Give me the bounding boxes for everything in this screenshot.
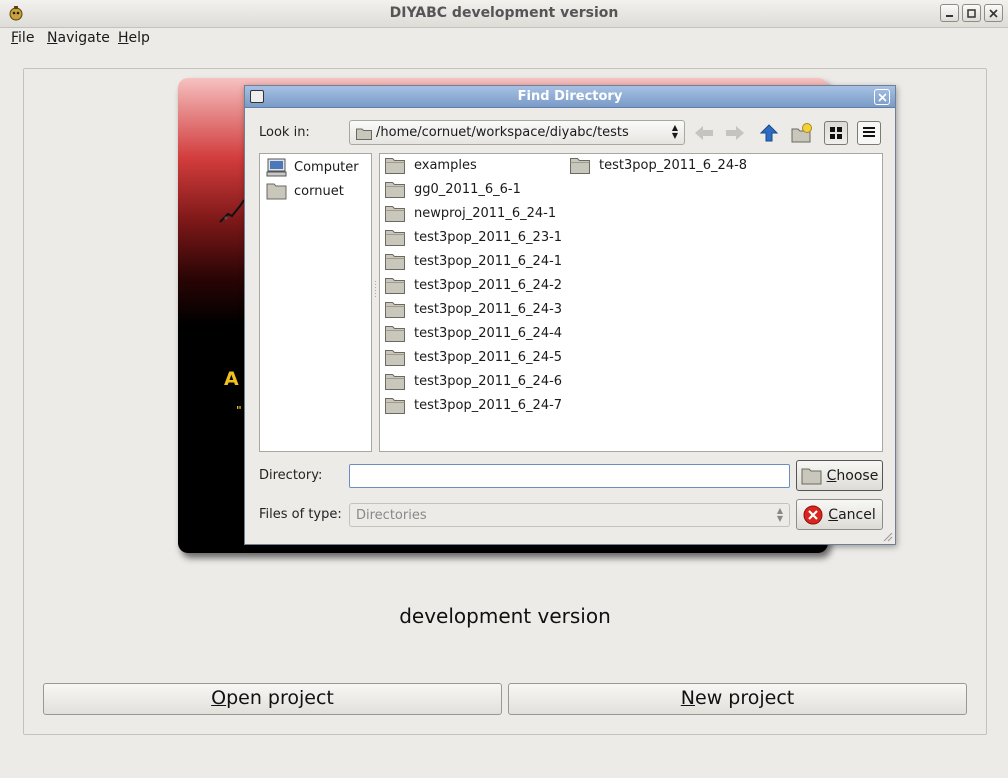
places-sidebar: Computer cornuet bbox=[259, 153, 372, 452]
sidebar-item-label: cornuet bbox=[294, 183, 344, 199]
version-subtitle: development version bbox=[399, 604, 611, 628]
folder-icon bbox=[385, 254, 405, 270]
sidebar-item-label: Computer bbox=[294, 160, 359, 175]
back-button[interactable] bbox=[692, 121, 716, 145]
look-in-label: Look in: bbox=[259, 125, 310, 140]
folder-icon bbox=[356, 128, 372, 140]
choose-label: Choose bbox=[826, 467, 879, 484]
dialog-close-button[interactable] bbox=[874, 89, 890, 105]
menu-navigate[interactable]: Navigate bbox=[47, 30, 110, 46]
folder-icon bbox=[385, 230, 405, 246]
close-icon bbox=[989, 8, 998, 18]
back-arrow-icon bbox=[695, 126, 713, 140]
forward-arrow-icon bbox=[726, 126, 744, 140]
file-list: examples gg0_2011_6_6-1 newproj_2011_6_24-… bbox=[379, 153, 883, 452]
look-in-path: /home/cornuet/workspace/diyabc/tests bbox=[376, 125, 629, 140]
detail-mode-button[interactable] bbox=[857, 121, 881, 145]
minimize-icon bbox=[946, 14, 953, 17]
file-list-item[interactable]: newproj_2011_6_24-1 bbox=[385, 205, 556, 222]
resize-grip-icon[interactable] bbox=[881, 530, 893, 542]
cancel-icon bbox=[803, 505, 823, 524]
file-name: test3pop_2011_6_24-7 bbox=[414, 398, 563, 413]
files-of-type-combo[interactable]: Directories ▲ ▼ bbox=[349, 503, 790, 527]
choose-button[interactable]: Choose bbox=[796, 460, 883, 491]
file-name: examples bbox=[414, 158, 477, 173]
file-list-item[interactable]: test3pop_2011_6_24-7 bbox=[385, 397, 562, 414]
file-name: test3pop_2011_6_24-6 bbox=[414, 374, 563, 389]
computer-icon bbox=[266, 158, 287, 177]
folder-icon bbox=[801, 468, 822, 484]
folder-icon bbox=[385, 158, 405, 174]
file-list-item[interactable]: gg0_2011_6_6-1 bbox=[385, 181, 521, 198]
open-project-button[interactable]: Open project bbox=[43, 683, 502, 715]
sidebar-item-computer[interactable]: Computer bbox=[266, 158, 359, 177]
dialog-titlebar: Find Directory bbox=[245, 86, 895, 108]
file-name: test3pop_2011_6_24-1 bbox=[414, 254, 563, 269]
directory-input[interactable] bbox=[349, 464, 790, 488]
file-list-item[interactable]: test3pop_2011_6_24-6 bbox=[385, 373, 562, 390]
file-name: test3pop_2011_6_24-5 bbox=[414, 350, 563, 365]
forward-button[interactable] bbox=[723, 121, 747, 145]
find-directory-dialog: Find Directory Look in: /home/cornuet/wo… bbox=[244, 85, 896, 545]
folder-icon bbox=[385, 350, 405, 366]
folder-icon bbox=[266, 183, 287, 200]
parent-directory-button[interactable] bbox=[757, 121, 781, 145]
file-list-item[interactable]: examples bbox=[385, 157, 477, 174]
folder-icon bbox=[385, 278, 405, 294]
file-list-item[interactable]: test3pop_2011_6_24-2 bbox=[385, 277, 562, 294]
file-list-item[interactable]: test3pop_2011_6_24-3 bbox=[385, 301, 562, 318]
minimize-button[interactable] bbox=[940, 4, 959, 22]
new-project-button[interactable]: New project bbox=[508, 683, 967, 715]
file-name: test3pop_2011_6_24-4 bbox=[414, 326, 563, 341]
file-name: newproj_2011_6_24-1 bbox=[414, 206, 557, 221]
menu-help[interactable]: Help bbox=[118, 30, 150, 46]
folder-icon bbox=[385, 374, 405, 390]
combo-arrows-icon: ▲ ▼ bbox=[776, 506, 783, 523]
window-titlebar: DIYABC development version bbox=[0, 0, 1008, 28]
directory-label: Directory: bbox=[259, 468, 323, 483]
files-of-type-label: Files of type: bbox=[259, 507, 342, 522]
maximize-icon bbox=[967, 8, 976, 18]
file-name: test3pop_2011_6_23-1 bbox=[414, 230, 563, 245]
file-name: test3pop_2011_6_24-8 bbox=[599, 158, 748, 173]
new-folder-icon bbox=[791, 123, 812, 143]
up-arrow-icon bbox=[760, 124, 778, 142]
cancel-label: Cancel bbox=[828, 506, 876, 523]
file-list-item[interactable]: test3pop_2011_6_24-8 bbox=[570, 157, 747, 174]
menu-file[interactable]: File bbox=[11, 30, 34, 46]
file-name: test3pop_2011_6_24-3 bbox=[414, 302, 563, 317]
folder-icon bbox=[385, 326, 405, 342]
folder-icon bbox=[385, 206, 405, 222]
splash-mark: " bbox=[236, 404, 242, 417]
file-list-item[interactable]: test3pop_2011_6_24-4 bbox=[385, 325, 562, 342]
sidebar-item-cornuet[interactable]: cornuet bbox=[266, 182, 344, 200]
cancel-button[interactable]: Cancel bbox=[796, 499, 883, 530]
new-folder-button[interactable] bbox=[790, 121, 814, 145]
file-list-item[interactable]: test3pop_2011_6_24-1 bbox=[385, 253, 562, 270]
list-mode-button[interactable] bbox=[824, 121, 848, 145]
splitter-handle[interactable] bbox=[373, 281, 378, 299]
dialog-title: Find Directory bbox=[517, 89, 623, 104]
folder-icon bbox=[385, 398, 405, 414]
file-name: test3pop_2011_6_24-2 bbox=[414, 278, 563, 293]
splash-letter-a: A bbox=[224, 368, 239, 390]
list-mode-icon bbox=[830, 127, 842, 139]
maximize-button[interactable] bbox=[962, 4, 981, 22]
close-button[interactable] bbox=[984, 4, 1003, 22]
folder-icon bbox=[570, 158, 590, 174]
menu-bar: File Navigate Help bbox=[0, 28, 1008, 50]
files-of-type-value: Directories bbox=[356, 508, 427, 523]
detail-mode-icon bbox=[863, 127, 875, 137]
combo-arrows-icon: ▲ ▼ bbox=[671, 123, 678, 140]
folder-icon bbox=[385, 302, 405, 318]
close-icon bbox=[877, 92, 887, 102]
file-list-item[interactable]: test3pop_2011_6_23-1 bbox=[385, 229, 562, 246]
folder-icon bbox=[385, 182, 405, 198]
window-title: DIYABC development version bbox=[389, 5, 619, 21]
file-list-item[interactable]: test3pop_2011_6_24-5 bbox=[385, 349, 562, 366]
file-name: gg0_2011_6_6-1 bbox=[414, 182, 521, 197]
look-in-combo[interactable]: /home/cornuet/workspace/diyabc/tests ▲ ▼ bbox=[349, 120, 685, 145]
